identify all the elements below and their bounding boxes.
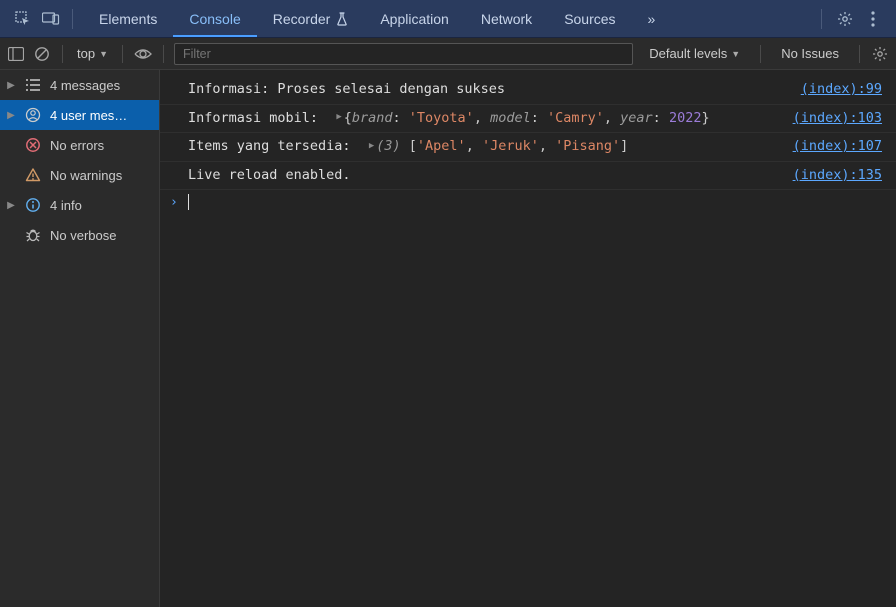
expand-icon[interactable]: ▶	[336, 110, 341, 124]
chevron-right-icon: ▶	[6, 110, 16, 121]
tab-more[interactable]: »	[632, 0, 672, 37]
console-sidebar: ▶4 messages▶4 user mes…▶No errors▶No war…	[0, 70, 160, 607]
source-link[interactable]: (index):107	[782, 136, 892, 158]
tab-console[interactable]: Console	[173, 0, 256, 37]
tab-sources[interactable]: Sources	[548, 0, 631, 37]
divider	[821, 9, 822, 29]
divider	[760, 45, 761, 63]
tab-label: Console	[189, 11, 240, 27]
sidebar-toggle-icon[interactable]	[6, 44, 26, 64]
sidebar-item-label: 4 user mes…	[50, 108, 127, 123]
context-picker[interactable]: top ▼	[73, 46, 112, 61]
source-link[interactable]: (index):135	[782, 165, 892, 187]
live-expression-icon[interactable]	[133, 44, 153, 64]
divider	[163, 45, 164, 63]
list-icon	[24, 78, 42, 92]
filter-input[interactable]	[174, 43, 633, 65]
devtools-topbar: Elements Console Recorder Application Ne…	[0, 0, 896, 38]
clear-console-icon[interactable]	[32, 44, 52, 64]
info-icon	[24, 197, 42, 213]
gear-icon[interactable]	[870, 44, 890, 64]
error-icon	[24, 137, 42, 153]
gear-icon[interactable]	[836, 10, 854, 28]
divider	[859, 45, 860, 63]
topbar-right-icons	[809, 9, 890, 29]
console-row: Items yang tersedia: ▶(3) ['Apel', 'Jeru…	[160, 133, 896, 162]
sidebar-item-label: No verbose	[50, 228, 116, 243]
source-link[interactable]: (index):99	[782, 79, 892, 101]
divider	[62, 45, 63, 63]
tab-label: Sources	[564, 11, 615, 27]
flask-icon	[336, 12, 348, 26]
tab-elements[interactable]: Elements	[83, 0, 173, 37]
tab-label: Recorder	[273, 11, 331, 27]
divider	[72, 9, 73, 29]
issues-label[interactable]: No Issues	[771, 46, 849, 61]
chevron-down-icon: ▼	[731, 49, 740, 59]
tab-label: Application	[380, 11, 449, 27]
sidebar-item-label: No errors	[50, 138, 104, 153]
sidebar-item-list[interactable]: ▶ 4 messages	[0, 70, 159, 100]
cursor	[188, 194, 189, 210]
menu-icon[interactable]	[864, 10, 882, 28]
console-output: Informasi: Proses selesai dengan sukses(…	[160, 70, 896, 607]
user-icon	[24, 107, 42, 123]
sidebar-item-user[interactable]: ▶ 4 user mes…	[0, 100, 159, 130]
console-row: Informasi: Proses selesai dengan sukses(…	[160, 76, 896, 105]
row-content: Items yang tersedia: ▶(3) ['Apel', 'Jeru…	[188, 136, 782, 158]
chevron-down-icon: ▼	[99, 49, 108, 59]
tab-application[interactable]: Application	[364, 0, 465, 37]
source-link[interactable]: (index):103	[782, 108, 892, 130]
prompt-icon: ›	[170, 195, 188, 210]
main: ▶4 messages▶4 user mes…▶No errors▶No war…	[0, 70, 896, 607]
console-row: Live reload enabled.(index):135	[160, 162, 896, 191]
warn-icon	[24, 167, 42, 183]
sidebar-item-bug[interactable]: ▶No verbose	[0, 220, 159, 250]
expand-icon[interactable]: ▶	[369, 139, 374, 153]
tab-network[interactable]: Network	[465, 0, 548, 37]
row-content: Informasi mobil: ▶{brand: 'Toyota', mode…	[188, 108, 782, 130]
sidebar-item-label: No warnings	[50, 168, 122, 183]
sidebar-item-warn[interactable]: ▶No warnings	[0, 160, 159, 190]
sidebar-item-label: 4 messages	[50, 78, 120, 93]
context-label: top	[77, 46, 95, 61]
bug-icon	[24, 227, 42, 243]
topbar-left-icons	[6, 10, 68, 28]
chevron-right-icon: ▶	[6, 200, 16, 211]
chevron-right-icon: ▶	[6, 80, 16, 91]
device-toggle-icon[interactable]	[42, 10, 60, 28]
sidebar-item-info[interactable]: ▶ 4 info	[0, 190, 159, 220]
more-label: »	[648, 11, 656, 27]
tab-recorder[interactable]: Recorder	[257, 0, 365, 37]
levels-label: Default levels	[649, 46, 727, 61]
row-content: Informasi: Proses selesai dengan sukses	[188, 79, 782, 101]
divider	[122, 45, 123, 63]
tab-label: Network	[481, 11, 532, 27]
console-toolbar: top ▼ Default levels ▼ No Issues	[0, 38, 896, 70]
sidebar-item-error[interactable]: ▶No errors	[0, 130, 159, 160]
tab-label: Elements	[99, 11, 157, 27]
devtools-tabs: Elements Console Recorder Application Ne…	[83, 0, 671, 37]
levels-picker[interactable]: Default levels ▼	[639, 46, 750, 61]
inspect-icon[interactable]	[14, 10, 32, 28]
console-row: Informasi mobil: ▶{brand: 'Toyota', mode…	[160, 105, 896, 134]
sidebar-item-label: 4 info	[50, 198, 82, 213]
console-prompt[interactable]: ›	[160, 190, 896, 214]
row-content: Live reload enabled.	[188, 165, 782, 187]
